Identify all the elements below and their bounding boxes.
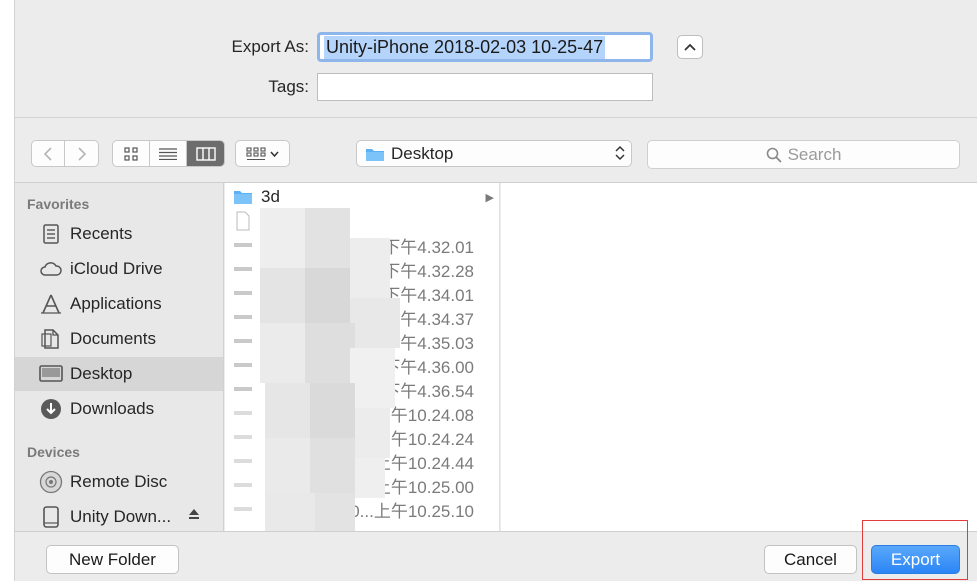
updown-chevron-icon (615, 145, 625, 161)
sidebar-item-applications[interactable]: Applications (15, 287, 223, 321)
tags-field[interactable] (317, 73, 653, 101)
sidebar-item-label: Desktop (70, 364, 133, 383)
disclosure-arrow-icon: ▶ (485, 191, 494, 204)
preview-column (501, 183, 977, 531)
export-as-field[interactable]: Unity-iPhone 2018-02-03 10-25-47 (317, 32, 653, 62)
file-row[interactable]: 3d ▶ (225, 185, 499, 209)
image-file-icon (233, 379, 253, 399)
devices-header: Devices (27, 444, 80, 460)
image-file-icon (233, 403, 253, 423)
arrange-menu-button[interactable] (235, 140, 290, 167)
image-file-icon (233, 451, 253, 471)
collapse-button[interactable] (677, 35, 703, 59)
navigation-buttons (31, 140, 99, 167)
image-file-icon (233, 331, 253, 351)
pixelated-mosaic (260, 208, 400, 531)
disc-icon (38, 469, 64, 495)
window-background: Export As: Unity-iPhone 2018-02-03 10-25… (0, 0, 977, 581)
folder-icon (366, 148, 384, 161)
downloads-icon (38, 396, 64, 422)
sidebar-item-label: Documents (70, 329, 156, 348)
sidebar-item-label: Recents (70, 224, 133, 243)
search-field[interactable]: Search (647, 140, 960, 169)
image-file-icon (233, 307, 253, 327)
file-column: 3d ▶ 2 下午4.32.01 下午4.32.28 下午4.34.01 ...… (225, 183, 500, 531)
export-as-label: Export As: (231, 37, 309, 56)
drive-icon (38, 504, 64, 530)
sidebar-item-label: iCloud Drive (70, 259, 163, 278)
chevron-up-icon (684, 43, 696, 51)
image-file-icon (233, 283, 253, 303)
sidebar-item-label: Downloads (70, 399, 155, 418)
forward-button[interactable] (65, 141, 98, 166)
divider (15, 117, 977, 118)
chevron-down-icon (270, 151, 279, 157)
export-as-value[interactable]: Unity-iPhone 2018-02-03 10-25-47 (324, 35, 606, 59)
image-file-icon (233, 355, 253, 375)
sidebar-item-recents[interactable]: Recents (15, 217, 223, 251)
sidebar-item-downloads[interactable]: Downloads (15, 392, 223, 426)
favorites-header: Favorites (27, 196, 90, 212)
folder-icon (233, 187, 253, 207)
grid-icon (124, 146, 138, 161)
export-sheet: Export As: Unity-iPhone 2018-02-03 10-25… (14, 0, 977, 581)
columns-icon (195, 146, 216, 161)
recents-icon (38, 221, 64, 247)
sidebar-item-remote-disc[interactable]: Remote Disc (15, 465, 223, 499)
image-file-icon (233, 259, 253, 279)
applications-icon (38, 291, 64, 317)
divider (15, 531, 977, 532)
sidebar-item-label: Remote Disc (70, 472, 168, 491)
image-file-icon (233, 427, 253, 447)
image-file-icon (233, 499, 253, 519)
desktop-icon (38, 361, 64, 387)
chevron-left-icon (43, 146, 52, 161)
list-icon (159, 147, 177, 160)
sidebar-item-icloud-drive[interactable]: iCloud Drive (15, 252, 223, 286)
eject-icon[interactable] (188, 508, 200, 523)
search-placeholder: Search (787, 144, 842, 164)
file-name: 3d (261, 187, 280, 206)
image-file-icon (233, 475, 253, 495)
chevron-right-icon (77, 146, 86, 161)
cloud-icon (38, 256, 64, 282)
export-as-row: Export As: Unity-iPhone 2018-02-03 10-25… (15, 32, 653, 62)
sidebar-item-label: Unity Down... (70, 507, 172, 526)
sidebar-item-label: Applications (70, 294, 162, 313)
sidebar: Favorites Recents iCloud Drive Applicati… (15, 183, 224, 531)
search-icon (766, 147, 782, 163)
export-button[interactable]: Export (871, 545, 960, 574)
list-view-button[interactable] (150, 141, 187, 166)
cancel-button[interactable]: Cancel (764, 545, 857, 574)
new-folder-button[interactable]: New Folder (46, 545, 179, 574)
icon-view-button[interactable] (113, 141, 150, 166)
tags-label: Tags: (268, 77, 309, 96)
column-view-button[interactable] (187, 141, 224, 166)
arrange-icon (246, 146, 266, 160)
tags-row: Tags: (15, 73, 653, 101)
sidebar-item-desktop[interactable]: Desktop (15, 357, 223, 391)
back-button[interactable] (32, 141, 65, 166)
location-label: Desktop (391, 143, 454, 163)
document-icon (233, 211, 253, 231)
image-file-icon (233, 235, 253, 255)
sidebar-item-documents[interactable]: Documents (15, 322, 223, 356)
documents-icon (38, 326, 64, 352)
location-popup[interactable]: Desktop (356, 140, 632, 167)
view-mode-buttons (112, 140, 225, 167)
